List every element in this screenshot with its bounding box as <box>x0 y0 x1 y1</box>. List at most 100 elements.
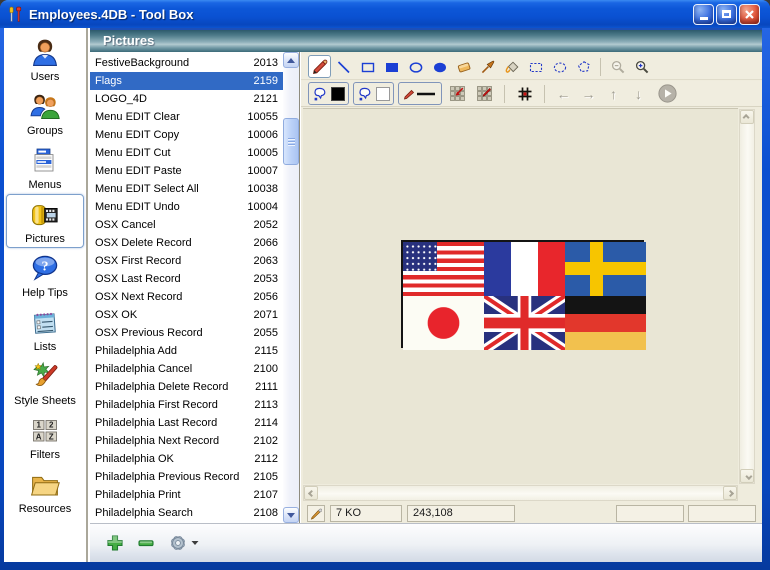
sidebar-item-help-tips[interactable]: ? Help Tips <box>6 248 84 302</box>
picture-id: 2066 <box>253 237 278 249</box>
picture-list-item[interactable]: Philadelphia OK 2112 <box>90 450 283 468</box>
list-scrollbar[interactable] <box>283 52 299 523</box>
scroll-up-button[interactable] <box>283 52 299 68</box>
rect-button[interactable] <box>356 55 379 78</box>
background-color-button[interactable] <box>353 82 394 105</box>
line-style-button[interactable] <box>398 82 442 105</box>
maximize-button[interactable] <box>716 3 737 25</box>
picture-list-item[interactable]: Philadelphia Next Record 2102 <box>90 432 283 450</box>
sidebar-item-resources[interactable]: Resources <box>6 464 84 518</box>
paint-bucket-button[interactable] <box>500 55 523 78</box>
zoom-out-button[interactable] <box>606 55 629 78</box>
picture-id: 2052 <box>253 219 278 231</box>
picture-list-item[interactable]: OSX First Record 2063 <box>90 252 283 270</box>
picture-list-item[interactable]: Philadelphia Cancel 2100 <box>90 360 283 378</box>
chevron-right-icon <box>726 489 734 497</box>
eyedropper-button[interactable] <box>476 55 499 78</box>
sidebar-item-label: Menus <box>28 178 62 191</box>
select-rect-button[interactable] <box>524 55 547 78</box>
picture-id: 10004 <box>247 201 278 213</box>
picture-list-item[interactable]: Menu EDIT Select All 10038 <box>90 180 283 198</box>
scroll-down-button[interactable] <box>283 507 299 523</box>
picture-name: Philadelphia Last Record <box>95 417 218 429</box>
canvas-scroll-up-button[interactable] <box>740 110 754 124</box>
arrow-up-icon <box>287 57 295 63</box>
picture-list-item[interactable]: OSX Next Record 2056 <box>90 288 283 306</box>
titlebar[interactable]: Employees.4DB - Tool Box <box>0 0 770 28</box>
nudge-right-button[interactable]: → <box>578 82 599 105</box>
picture-list-item[interactable]: Philadelphia First Record 2113 <box>90 396 283 414</box>
picture-list-item[interactable]: Menu EDIT Cut 10005 <box>90 144 283 162</box>
sidebar-item-users[interactable]: Users <box>6 32 84 86</box>
caret-down-icon <box>191 541 199 545</box>
add-picture-button[interactable] <box>104 532 126 554</box>
canvas-vscrollbar[interactable] <box>739 109 755 484</box>
oval-button[interactable] <box>404 55 427 78</box>
picture-list-item[interactable]: LOGO_4D 2121 <box>90 90 283 108</box>
picture-list-item[interactable]: OSX Cancel 2052 <box>90 216 283 234</box>
scroll-thumb[interactable] <box>283 118 299 165</box>
picture-list-item[interactable]: Philadelphia Delete Record 2111 <box>90 378 283 396</box>
canvas-scroll-left-button[interactable] <box>304 486 318 500</box>
sidebar-item-groups[interactable]: Groups <box>6 86 84 140</box>
flag-sweden <box>565 242 646 296</box>
picture-list-item[interactable]: OSX OK 2071 <box>90 306 283 324</box>
grid-zoom-button[interactable] <box>446 82 469 105</box>
app-window: Employees.4DB - Tool Box Users Groups Menu… <box>0 0 770 570</box>
zoom-in-button[interactable] <box>630 55 653 78</box>
sidebar-item-lists[interactable]: Lists <box>6 302 84 356</box>
picture-id: 2053 <box>253 273 278 285</box>
grid-toggle-button[interactable] <box>513 82 536 105</box>
picture-list-item[interactable]: Philadelphia Search 2108 <box>90 504 283 522</box>
select-lasso-button[interactable] <box>572 55 595 78</box>
picture-canvas[interactable] <box>303 108 738 484</box>
picture-list-item[interactable]: Philadelphia Add 2115 <box>90 342 283 360</box>
picture-list-item[interactable]: Menu EDIT Copy 10006 <box>90 126 283 144</box>
picture-list-item[interactable]: Menu EDIT Paste 10007 <box>90 162 283 180</box>
close-button[interactable] <box>739 3 760 25</box>
picture-name: Menu EDIT Copy <box>95 129 180 141</box>
flag-uk <box>484 296 565 350</box>
picture-name: Philadelphia First Record <box>95 399 218 411</box>
sidebar-item-pictures[interactable]: Pictures <box>6 194 84 248</box>
minus-icon <box>138 540 154 547</box>
nudge-left-button[interactable]: ← <box>553 82 574 105</box>
picture-list-item[interactable]: OSX Previous Record 2055 <box>90 324 283 342</box>
picture-list-item[interactable]: Flags 2159 <box>90 72 283 90</box>
picture-list-item[interactable]: OSX Last Record 2053 <box>90 270 283 288</box>
picture-name: OSX Next Record <box>95 291 183 303</box>
nudge-up-button[interactable]: ↑ <box>603 82 624 105</box>
pencil-button[interactable] <box>308 55 331 78</box>
toolbar-separator <box>544 84 545 103</box>
picture-list-item[interactable]: Philadelphia Last Record 2114 <box>90 414 283 432</box>
oval-filled-button[interactable] <box>428 55 451 78</box>
line-button[interactable] <box>332 55 355 78</box>
picture-list-item[interactable]: Philadelphia Print 2107 <box>90 486 283 504</box>
canvas-scroll-right-button[interactable] <box>723 486 737 500</box>
canvas-hscrollbar[interactable] <box>303 485 738 501</box>
picture-id: 2111 <box>255 381 278 393</box>
canvas-scroll-down-button[interactable] <box>740 469 754 483</box>
nudge-down-button[interactable]: ↓ <box>628 82 649 105</box>
select-oval-button[interactable] <box>548 55 571 78</box>
picture-list-item[interactable]: Menu EDIT Undo 10004 <box>90 198 283 216</box>
pictures-icon <box>28 198 62 232</box>
rect-filled-button[interactable] <box>380 55 403 78</box>
minimize-button[interactable] <box>693 3 714 25</box>
foreground-color-button[interactable] <box>308 82 349 105</box>
picture-list-item[interactable]: Menu EDIT Clear 10055 <box>90 108 283 126</box>
sidebar-item-menus[interactable]: Menus <box>6 140 84 194</box>
settings-menu-button[interactable] <box>166 531 201 555</box>
help-tips-icon: ? <box>28 252 62 286</box>
sidebar-item-filters[interactable]: 1 2 A Z Filters <box>6 410 84 464</box>
sidebar-item-label: Lists <box>33 340 57 353</box>
toolbar-separator <box>600 57 601 76</box>
grid-draw-button[interactable] <box>473 82 496 105</box>
eraser-button[interactable] <box>452 55 475 78</box>
picture-list-item[interactable]: Philadelphia Previous Record 2105 <box>90 468 283 486</box>
sidebar-item-style-sheets[interactable]: Style Sheets <box>6 356 84 410</box>
picture-list-item[interactable]: OSX Delete Record 2066 <box>90 234 283 252</box>
remove-picture-button[interactable] <box>135 532 157 554</box>
play-button[interactable] <box>656 82 679 105</box>
picture-list-item[interactable]: FestiveBackground 2013 <box>90 54 283 72</box>
